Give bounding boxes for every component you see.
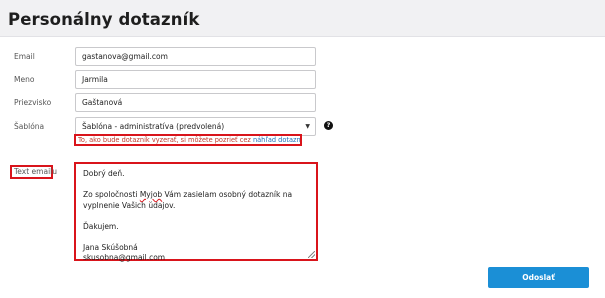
submit-button[interactable]: Odoslať: [488, 267, 589, 288]
template-select-value: Šablóna - administratíva (predvolená): [82, 122, 225, 131]
first-name-field[interactable]: Jarmila: [75, 70, 316, 89]
template-hint: To, ako bude dotazník vyzerať, si môžete…: [74, 134, 302, 146]
page-title: Personálny dotazník: [8, 10, 200, 29]
template-label: Šablóna: [14, 122, 45, 131]
resize-handle-icon[interactable]: [308, 251, 315, 258]
email-text-line: Dobrý deň.: [83, 169, 125, 178]
form-card: Email gastanova@gmail.com Meno Jarmila P…: [0, 36, 605, 298]
email-text-line: Ďakujem.: [83, 221, 119, 231]
preview-link[interactable]: náhľad dotazníka: [253, 136, 300, 144]
email-text-line: Zo spoločnosti Myjob Vám zasielam osobný…: [83, 190, 309, 211]
email-text-line: Jana Skúšobná: [83, 242, 138, 252]
email-text-gap: [83, 211, 309, 222]
help-icon[interactable]: ?: [324, 121, 333, 130]
email-text-area[interactable]: Dobrý deň. Zo spoločnosti Myjob Vám zasi…: [74, 162, 318, 262]
company-name: Myjob: [139, 190, 163, 199]
email-text-fragment: Zo spoločnosti: [83, 190, 140, 199]
email-field[interactable]: gastanova@gmail.com: [75, 47, 316, 66]
email-text-gap: [83, 180, 309, 191]
last-name-field[interactable]: Gaštanová: [75, 93, 316, 112]
chevron-down-icon: ▼: [305, 123, 310, 130]
email-label: Email: [14, 52, 35, 61]
email-text-line: skusobna@gmail.com: [83, 253, 166, 262]
last-name-label: Priezvisko: [14, 98, 52, 107]
email-text-label: Text emailu: [10, 165, 57, 179]
first-name-label: Meno: [14, 75, 35, 84]
email-text-gap: [83, 232, 309, 243]
template-hint-text: To, ako bude dotazník vyzerať, si môžete…: [78, 136, 253, 144]
